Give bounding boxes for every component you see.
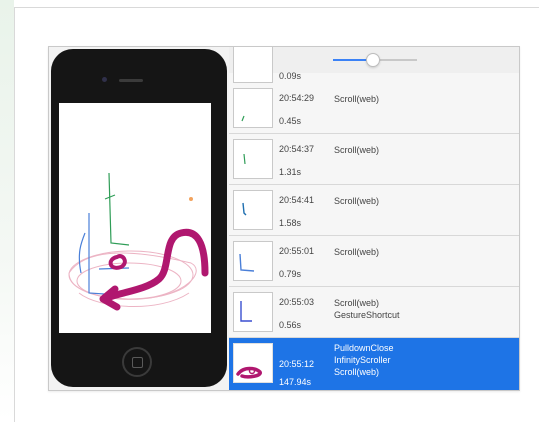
trace-orange-dot — [189, 197, 193, 201]
duration-text: 1.58s — [279, 218, 302, 228]
gesture-thumbnail — [233, 139, 273, 179]
gesture-trace-canvas — [68, 172, 209, 311]
list-item-selected[interactable]: 20:55:12 147.94s PulldownClose InfinityS… — [229, 338, 519, 390]
speaker-icon — [119, 79, 143, 82]
gesture-thumbnail — [233, 47, 273, 83]
timestamp-text: 20:55:01 — [279, 246, 315, 256]
timestamp-text: 20:54:37 — [279, 144, 315, 154]
trace-blue-line — [78, 232, 86, 274]
gesture-name: Scroll(web) — [334, 367, 380, 377]
gesture-thumbnail — [233, 241, 273, 281]
camera-icon — [102, 77, 107, 82]
gesture-thumbnail — [233, 292, 273, 332]
gesture-names: PulldownClose InfinityScroller Scroll(we… — [334, 342, 394, 378]
timestamp-text: 20:55:03 — [279, 297, 315, 307]
timestamp-text: 20:54:41 — [279, 195, 315, 205]
duration-text: 0.45s — [279, 116, 302, 126]
duration-text: 1.31s — [279, 167, 302, 177]
recording-list: 0.09s 20:54:29 0.45s Scroll(web) 20:54:3… — [229, 47, 519, 390]
gesture-name: GestureShortcut — [334, 310, 400, 320]
phone-device — [51, 49, 227, 387]
list-item[interactable]: 20:55:03 0.56s Scroll(web) GestureShortc… — [229, 287, 519, 338]
list-item[interactable]: 20:55:01 0.79s Scroll(web) — [229, 236, 519, 287]
gesture-name: PulldownClose — [334, 343, 394, 353]
gesture-thumbnail — [233, 190, 273, 230]
list-item[interactable]: 20:54:37 1.31s Scroll(web) — [229, 134, 519, 185]
timestamp-text: 20:55:12 — [279, 359, 315, 369]
gesture-name: Scroll(web) — [334, 196, 380, 206]
trace-green-line — [108, 172, 130, 246]
gesture-thumbnail — [233, 88, 273, 128]
gesture-recorder-panel: 0.09s 20:54:29 0.45s Scroll(web) 20:54:3… — [48, 46, 520, 391]
gesture-names: Scroll(web) — [334, 144, 379, 156]
phone-screen[interactable] — [59, 103, 211, 333]
timestamp-text: 20:54:29 — [279, 93, 315, 103]
duration-text: 0.56s — [279, 320, 302, 330]
gesture-names: Scroll(web) GestureShortcut — [334, 297, 400, 321]
gesture-names: Scroll(web) — [334, 246, 379, 258]
gesture-name: Scroll(web) — [334, 94, 380, 104]
gesture-name: Scroll(web) — [334, 145, 380, 155]
gesture-names: Scroll(web) — [334, 195, 379, 207]
duration-text: 0.79s — [279, 269, 302, 279]
gesture-name: Scroll(web) — [334, 298, 380, 308]
zoom-slider-knob[interactable] — [366, 53, 380, 67]
home-button-icon[interactable] — [122, 347, 152, 377]
list-item[interactable]: 20:54:41 1.58s Scroll(web) — [229, 185, 519, 236]
gesture-loop — [108, 254, 127, 270]
gesture-name: InfinityScroller — [334, 355, 391, 365]
gesture-name: Scroll(web) — [334, 247, 380, 257]
gesture-names: Scroll(web) — [334, 93, 379, 105]
gesture-thumbnail — [233, 343, 273, 383]
left-background-strip — [0, 0, 14, 421]
duration-text: 147.94s — [279, 377, 312, 387]
list-item[interactable]: 20:54:29 0.45s Scroll(web) — [229, 83, 519, 134]
duration-text: 0.09s — [279, 71, 302, 81]
